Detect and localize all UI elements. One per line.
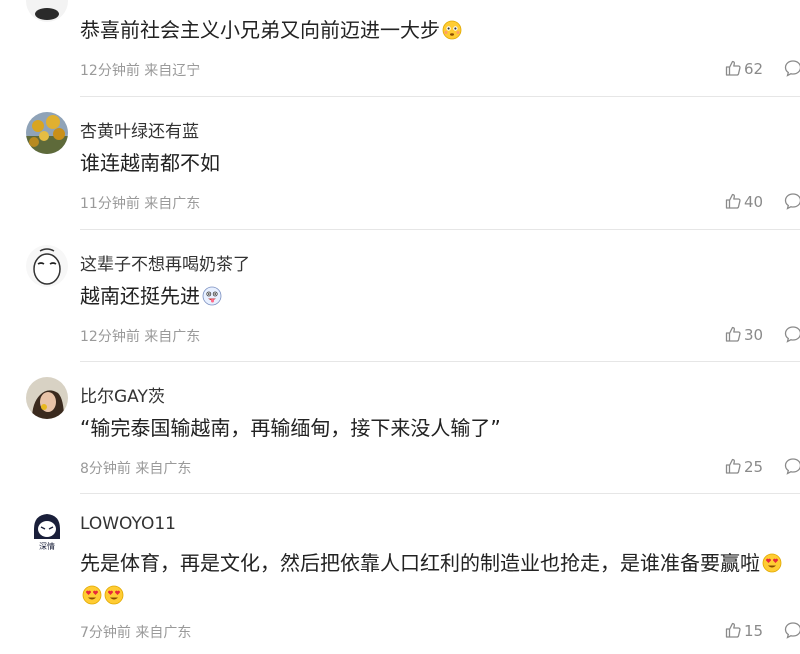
silly-face-icon [202, 285, 222, 314]
comment-bubble-icon[interactable] [783, 191, 800, 215]
thumbs-up-icon [725, 60, 741, 76]
avatar-image: 深情 [26, 509, 68, 551]
like-button[interactable]: 62 [724, 59, 763, 78]
username[interactable]: 比尔GAY茨 [80, 382, 165, 407]
comment-list: 恭喜前社会主义小兄弟又向前迈进一大步 12分钟前 来自辽宁 62 杏黄叶绿还有蓝… [0, 0, 800, 654]
avatar[interactable]: 深情 [26, 509, 68, 551]
comment-time: 11分钟前 [80, 196, 140, 212]
comment-text: 越南还挺先进 [80, 284, 200, 308]
avatar-label: 深情 [39, 541, 55, 551]
comment-time: 7分钟前 [80, 625, 131, 641]
heart-eyes-face-icon [82, 584, 102, 613]
like-button[interactable]: 40 [724, 192, 763, 211]
comment-meta: 12分钟前 来自辽宁 [80, 60, 200, 80]
heart-eyes-face-icon [104, 584, 124, 613]
avatar-image [26, 112, 68, 154]
comment-location: 来自广东 [144, 329, 201, 345]
comment-text: “输完泰国输越南，再输缅甸，接下来没人输了” [80, 416, 501, 440]
thumbs-up-icon [725, 193, 741, 209]
comment-content: 先是体育，再是文化，然后把依靠人口红利的制造业也抢走，是谁准备要赢啦 [80, 549, 800, 613]
username[interactable]: 这辈子不想再喝奶茶了 [80, 250, 250, 275]
username[interactable]: LOWOYO11 [80, 514, 176, 534]
like-count: 15 [744, 622, 764, 640]
avatar[interactable] [26, 377, 68, 419]
comment-location: 来自辽宁 [144, 63, 201, 79]
comment-content: 谁连越南都不如 [80, 149, 800, 178]
comment-time: 12分钟前 [80, 63, 140, 79]
comment-meta: 12分钟前 来自广东 [80, 326, 200, 346]
like-count: 62 [744, 60, 764, 78]
like-button[interactable]: 15 [724, 621, 763, 640]
comment-location: 来自广东 [135, 625, 192, 641]
comment-bubble-icon[interactable] [783, 456, 800, 480]
comment-content: 恭喜前社会主义小兄弟又向前迈进一大步 [80, 16, 800, 48]
comment-meta: 7分钟前 来自广东 [80, 622, 191, 642]
avatar-image [26, 377, 68, 419]
avatar-image [26, 245, 68, 287]
thumbs-up-icon [725, 458, 741, 474]
comment-meta: 8分钟前 来自广东 [80, 458, 191, 478]
username[interactable]: 杏黄叶绿还有蓝 [80, 117, 199, 142]
comment-bubble-icon[interactable] [783, 324, 800, 348]
comment-text: 谁连越南都不如 [80, 151, 220, 175]
like-count: 25 [744, 458, 764, 476]
flushed-face-icon [442, 19, 462, 48]
thumbs-up-icon [725, 622, 741, 638]
comment-text: 先是体育，再是文化，然后把依靠人口红利的制造业也抢走，是谁准备要赢啦 [80, 551, 760, 575]
thumbs-up-icon [725, 326, 741, 342]
comment-meta: 11分钟前 来自广东 [80, 193, 200, 213]
avatar[interactable] [26, 0, 68, 22]
comment-text: 恭喜前社会主义小兄弟又向前迈进一大步 [80, 18, 440, 42]
heart-eyes-face-icon [762, 552, 782, 581]
like-count: 30 [744, 326, 764, 344]
divider [80, 96, 800, 97]
avatar[interactable] [26, 112, 68, 154]
comment-time: 12分钟前 [80, 329, 140, 345]
like-count: 40 [744, 193, 764, 211]
avatar-image [26, 0, 68, 22]
avatar[interactable] [26, 245, 68, 287]
like-button[interactable]: 30 [724, 325, 763, 344]
comment-content: 越南还挺先进 [80, 282, 800, 314]
like-button[interactable]: 25 [724, 457, 763, 476]
comment-location: 来自广东 [135, 461, 192, 477]
divider [80, 361, 800, 362]
divider [80, 493, 800, 494]
comment-location: 来自广东 [144, 196, 201, 212]
comment-content: “输完泰国输越南，再输缅甸，接下来没人输了” [80, 414, 800, 443]
divider [80, 229, 800, 230]
comment-bubble-icon[interactable] [783, 58, 800, 82]
comment-time: 8分钟前 [80, 461, 131, 477]
comment-bubble-icon[interactable] [783, 620, 800, 644]
